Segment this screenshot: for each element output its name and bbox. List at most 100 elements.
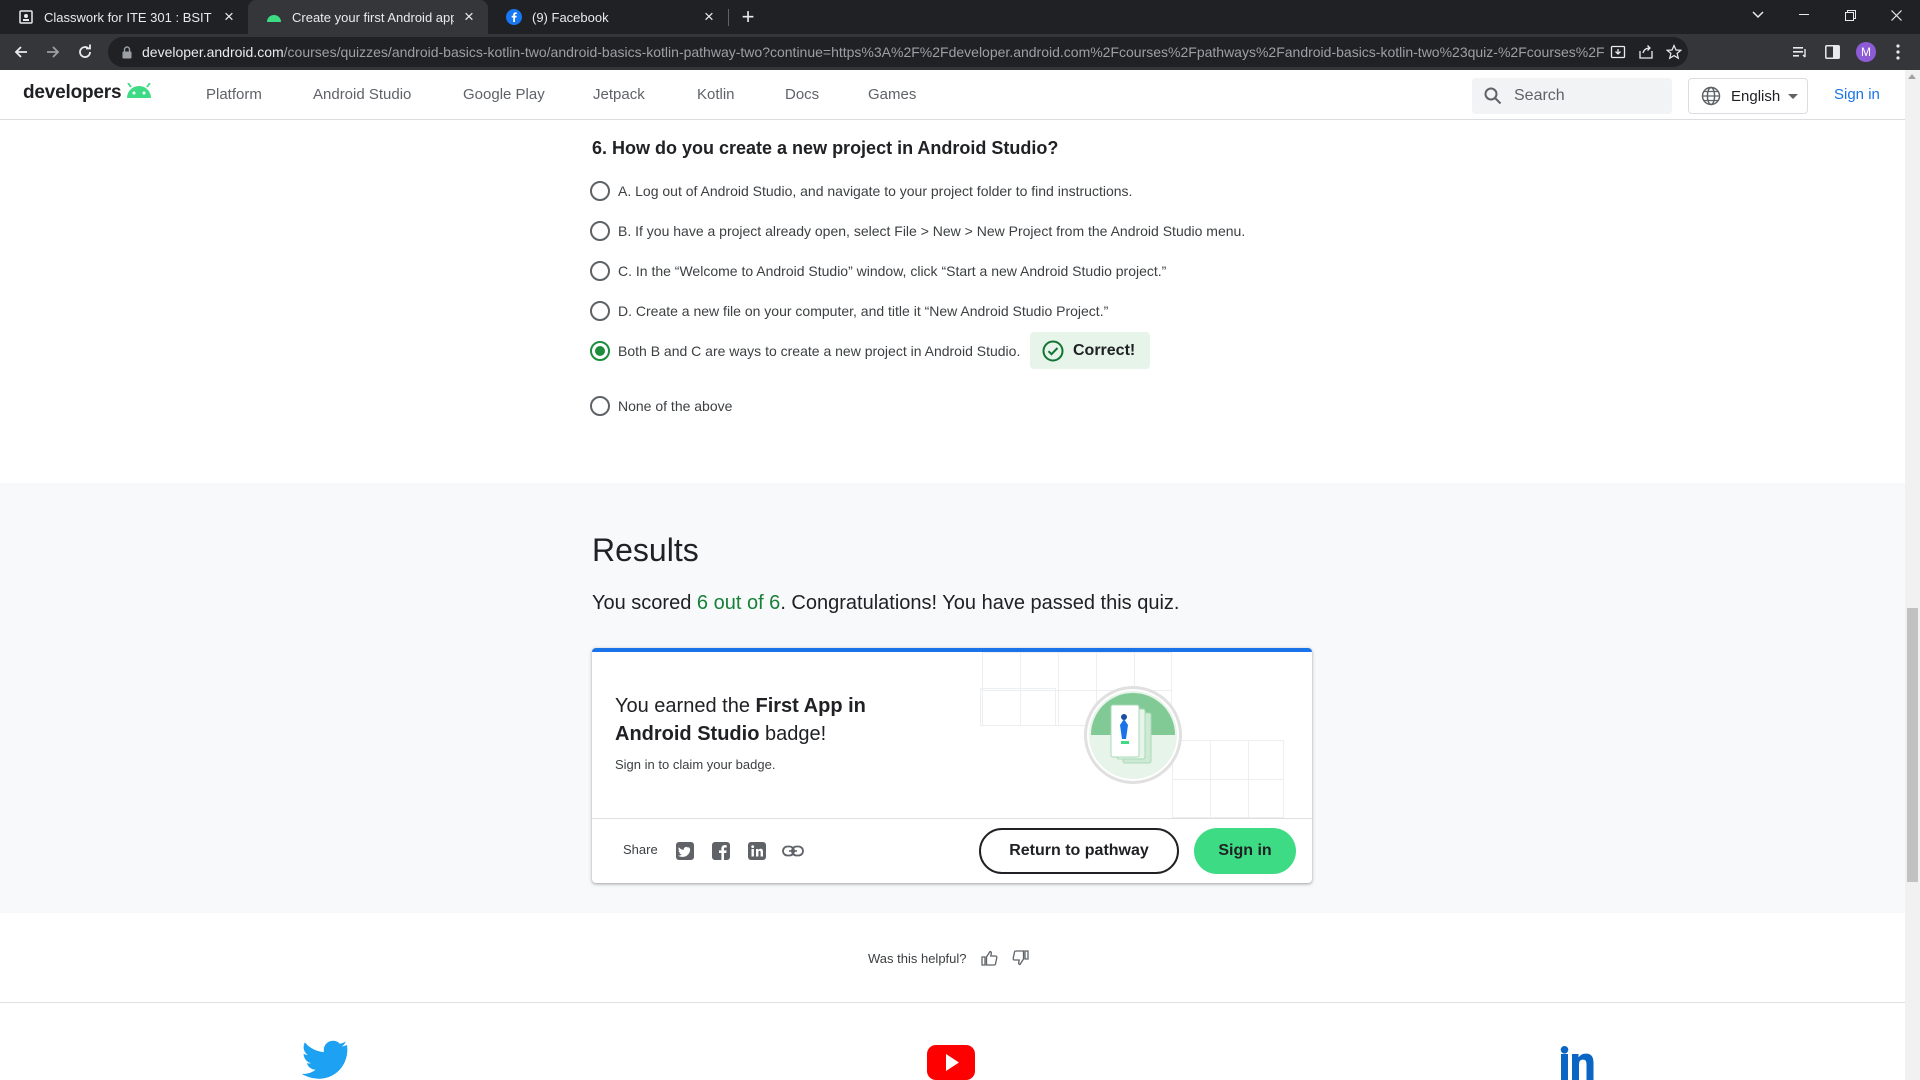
- scroll-up-arrow-icon[interactable]: [1908, 74, 1916, 79]
- radio-button[interactable]: [590, 261, 610, 281]
- quiz-option-d[interactable]: D. Create a new file on your computer, a…: [590, 301, 1108, 321]
- language-selector[interactable]: English: [1688, 78, 1808, 114]
- link-icon[interactable]: [782, 840, 804, 862]
- quiz-option-a[interactable]: A. Log out of Android Studio, and naviga…: [590, 181, 1132, 201]
- tab-title: (9) Facebook: [532, 9, 609, 25]
- reload-icon[interactable]: [71, 38, 99, 66]
- nav-kotlin[interactable]: Kotlin: [697, 86, 735, 103]
- close-tab-icon[interactable]: ×: [220, 7, 238, 26]
- developers-logo[interactable]: developers: [23, 82, 152, 104]
- close-window-icon[interactable]: [1874, 0, 1918, 30]
- classroom-favicon-icon: [18, 9, 34, 25]
- option-label: Both B and C are ways to create a new pr…: [618, 343, 1021, 359]
- header-sign-in-link[interactable]: Sign in: [1834, 86, 1880, 103]
- quiz-option-both-b-c[interactable]: Both B and C are ways to create a new pr…: [590, 341, 1020, 361]
- radio-button[interactable]: [590, 181, 610, 201]
- radio-button[interactable]: [590, 221, 610, 241]
- option-label: A. Log out of Android Studio, and naviga…: [618, 183, 1133, 199]
- globe-icon: [1701, 86, 1721, 106]
- minimize-icon[interactable]: [1782, 0, 1826, 30]
- android-favicon-icon: [266, 9, 282, 25]
- footer-linkedin-icon[interactable]: [1560, 1046, 1598, 1080]
- footer-youtube-icon[interactable]: [927, 1045, 975, 1080]
- address-bar[interactable]: developer.android.com/courses/quizzes/an…: [108, 37, 1688, 67]
- android-logo-icon: [126, 82, 152, 104]
- radio-button[interactable]: [590, 301, 610, 321]
- url-text: developer.android.com/courses/quizzes/an…: [142, 44, 1604, 60]
- search-input[interactable]: Search: [1472, 78, 1672, 114]
- nav-docs[interactable]: Docs: [785, 86, 819, 103]
- linkedin-icon[interactable]: [746, 840, 768, 862]
- nav-google-play[interactable]: Google Play: [463, 86, 545, 103]
- bookmark-star-icon[interactable]: [1660, 38, 1688, 66]
- quiz-option-b[interactable]: B. If you have a project already open, s…: [590, 221, 1245, 241]
- side-panel-icon[interactable]: [1818, 38, 1846, 66]
- first-app-badge-icon: [1084, 686, 1182, 784]
- footer-twitter-icon[interactable]: [301, 1040, 348, 1080]
- badge-title: You earned the First App in Android Stud…: [615, 695, 866, 745]
- page-scrollbar[interactable]: [1905, 70, 1920, 1080]
- decorative-grid: [1172, 740, 1284, 818]
- option-label: None of the above: [618, 398, 733, 414]
- nav-platform[interactable]: Platform: [206, 86, 262, 103]
- profile-initial: M: [1856, 42, 1876, 62]
- lock-icon[interactable]: [122, 45, 132, 59]
- thumbs-down-icon[interactable]: [1012, 950, 1029, 966]
- radio-button[interactable]: [590, 396, 610, 416]
- score-text: You scored 6 out of 6. Congratulations! …: [592, 592, 1180, 614]
- badge-card: You earned the First App in Android Stud…: [592, 648, 1312, 883]
- option-label: D. Create a new file on your computer, a…: [618, 303, 1109, 319]
- nav-android-studio[interactable]: Android Studio: [313, 86, 411, 103]
- search-placeholder: Search: [1514, 87, 1565, 104]
- results-heading: Results: [592, 532, 699, 568]
- check-circle-icon: [1042, 340, 1064, 362]
- helpful-feedback: Was this helpful?: [868, 950, 1029, 966]
- facebook-icon[interactable]: [710, 840, 732, 862]
- tab-title: Create your first Android app | /: [292, 9, 454, 25]
- back-arrow-icon[interactable]: [7, 38, 35, 66]
- browser-toolbar: developer.android.com/courses/quizzes/an…: [0, 34, 1920, 70]
- quiz-question: 6. How do you create a new project in An…: [592, 138, 1059, 158]
- tab-search-chevron-icon[interactable]: [1736, 0, 1780, 30]
- twitter-icon[interactable]: [674, 840, 696, 862]
- new-tab-plus-icon[interactable]: +: [734, 4, 762, 30]
- nav-games[interactable]: Games: [868, 86, 916, 103]
- browser-tab-facebook[interactable]: (9) Facebook ×: [488, 0, 728, 34]
- feedback-text: Correct!: [1073, 341, 1136, 359]
- badge-subtitle: Sign in to claim your badge.: [615, 757, 776, 772]
- quiz-option-c[interactable]: C. In the “Welcome to Android Studio” wi…: [590, 261, 1166, 281]
- thumbs-up-icon[interactable]: [980, 950, 998, 966]
- close-tab-icon[interactable]: ×: [460, 7, 478, 26]
- profile-avatar[interactable]: M: [1852, 38, 1880, 66]
- return-to-pathway-button[interactable]: Return to pathway: [979, 828, 1179, 874]
- restore-icon[interactable]: [1828, 0, 1872, 30]
- search-icon: [1484, 87, 1502, 105]
- site-header: developers Platform Android Studio Googl…: [0, 70, 1905, 120]
- reading-list-icon[interactable]: [1786, 38, 1814, 66]
- radio-button-selected[interactable]: [590, 341, 610, 361]
- badge-sign-in-button[interactable]: Sign in: [1194, 828, 1296, 874]
- share-label: Share: [623, 842, 658, 857]
- browser-tab-android-app[interactable]: Create your first Android app | / ×: [248, 0, 488, 34]
- score-value: 6 out of 6: [696, 592, 781, 614]
- forward-arrow-icon[interactable]: [39, 38, 67, 66]
- close-tab-icon[interactable]: ×: [700, 7, 718, 26]
- facebook-favicon-icon: [506, 9, 522, 25]
- install-app-icon[interactable]: [1604, 38, 1632, 66]
- nav-jetpack[interactable]: Jetpack: [593, 86, 645, 103]
- quiz-option-none[interactable]: None of the above: [590, 396, 732, 416]
- option-label: C. In the “Welcome to Android Studio” wi…: [618, 263, 1167, 279]
- browser-tab-classwork[interactable]: Classwork for ITE 301 : BSIT 3-3 I ×: [0, 0, 248, 34]
- option-label: B. If you have a project already open, s…: [618, 223, 1246, 239]
- share-page-icon[interactable]: [1632, 38, 1660, 66]
- decorative-grid: [980, 688, 1056, 726]
- chrome-menu-icon[interactable]: [1884, 38, 1912, 66]
- scrollbar-thumb[interactable]: [1907, 608, 1918, 882]
- logo-text: developers: [23, 82, 122, 103]
- correct-feedback-badge: Correct!: [1030, 332, 1150, 369]
- browser-tab-strip: Classwork for ITE 301 : BSIT 3-3 I × Cre…: [0, 0, 1920, 34]
- helpful-question: Was this helpful?: [868, 950, 967, 966]
- tab-title: Classwork for ITE 301 : BSIT 3-3 I: [44, 9, 214, 25]
- dropdown-caret-icon: [1788, 93, 1799, 99]
- language-label: English: [1731, 87, 1781, 105]
